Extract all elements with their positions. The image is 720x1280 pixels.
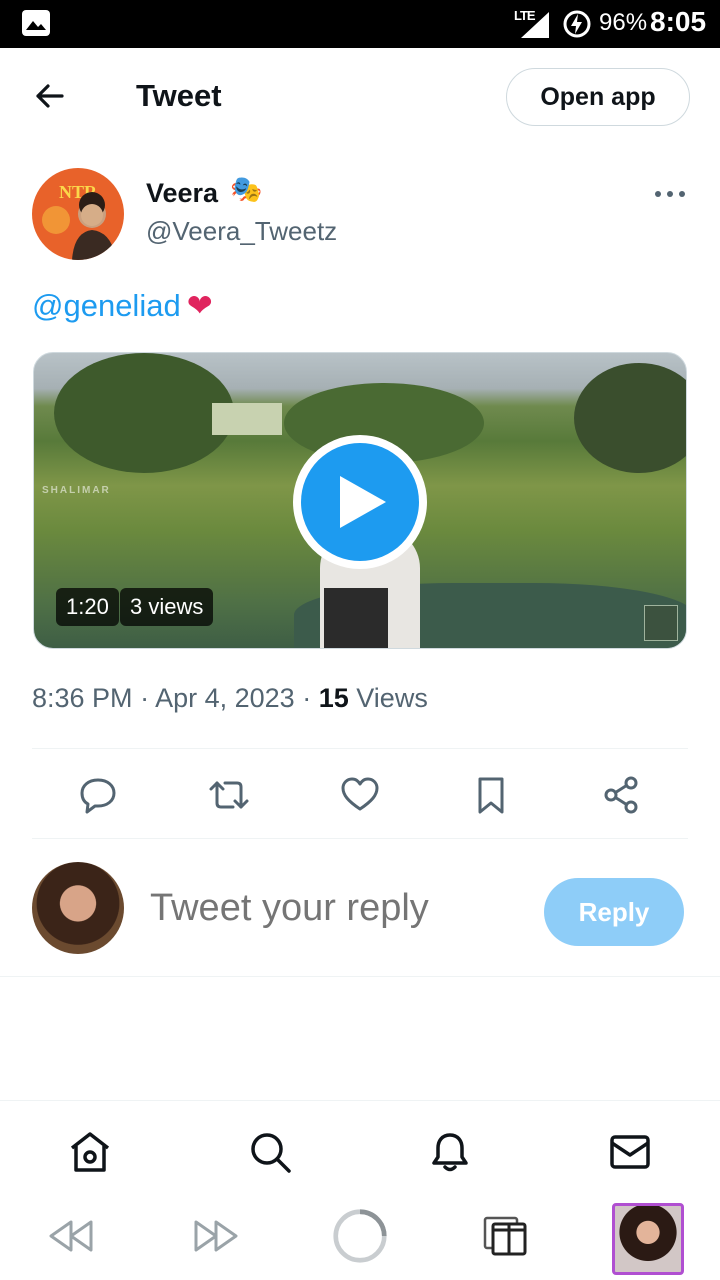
meta-separator: ·	[302, 683, 319, 713]
top-header: Tweet Open app	[0, 48, 720, 146]
video-duration: 1:20	[56, 588, 119, 626]
video-scene-person-legs	[324, 588, 388, 648]
video-scene-house	[212, 403, 282, 435]
channel-logo-badge	[644, 605, 678, 641]
mention-link[interactable]: @geneliad	[32, 288, 181, 323]
masks-emoji-icon: 🎭	[230, 174, 263, 204]
avatar-portrait-icon	[42, 192, 116, 260]
views-count: 15	[318, 683, 349, 713]
video-player[interactable]: SHALIMAR 1:20 3 views	[33, 352, 687, 649]
reply-input[interactable]	[150, 887, 530, 930]
author-handle[interactable]: @Veera_Tweetz	[146, 216, 337, 247]
browser-forward-button[interactable]	[188, 1208, 244, 1264]
play-button[interactable]	[293, 435, 427, 569]
image-notification-icon	[22, 10, 50, 36]
open-app-button[interactable]: Open app	[506, 68, 690, 126]
more-dots-icon	[655, 191, 685, 197]
more-options-button[interactable]	[652, 180, 688, 208]
envelope-icon	[610, 1135, 650, 1169]
status-bar: LTE 96% 8:05	[0, 0, 720, 48]
browser-reload-button[interactable]	[332, 1208, 388, 1264]
bookmark-action-button[interactable]	[469, 773, 513, 817]
browser-back-button[interactable]	[43, 1208, 99, 1264]
tweet-text: @geneliad ❤	[32, 288, 213, 324]
share-action-button[interactable]	[599, 773, 643, 817]
video-views: 3 views	[120, 588, 214, 626]
signal-strength-icon	[521, 12, 549, 38]
fast-forward-icon	[194, 1220, 238, 1252]
nav-messages[interactable]	[605, 1127, 655, 1177]
user-avatar[interactable]	[32, 862, 124, 954]
bell-icon	[432, 1133, 468, 1172]
reply-action-button[interactable]	[76, 773, 120, 817]
video-scene-tree	[54, 353, 234, 473]
author-avatar[interactable]: NTR	[32, 168, 124, 260]
heart-emoji-icon: ❤	[186, 288, 213, 323]
home-icon	[70, 1132, 110, 1172]
bookmark-icon	[478, 777, 504, 814]
arrow-left-icon	[36, 84, 64, 108]
browser-profile-thumbnail[interactable]	[612, 1203, 684, 1275]
author-display-name[interactable]: Veera	[146, 178, 218, 209]
nav-home[interactable]	[65, 1127, 115, 1177]
retweet-icon	[209, 781, 249, 809]
search-icon	[251, 1133, 291, 1173]
retweet-action-button[interactable]	[207, 773, 251, 817]
nav-notifications[interactable]	[425, 1127, 475, 1177]
reply-bubble-icon	[80, 778, 116, 814]
reply-button[interactable]: Reply	[544, 878, 684, 946]
tweet-meta: 8:36 PM · Apr 4, 2023 · 15 Views	[32, 683, 428, 714]
nav-search[interactable]	[245, 1127, 295, 1177]
browser-tabs-button[interactable]	[477, 1208, 533, 1264]
clock: 8:05	[650, 6, 707, 37]
loading-ring-icon	[333, 1209, 387, 1263]
back-button[interactable]	[28, 74, 72, 118]
meta-separator: ·	[140, 683, 156, 713]
divider	[32, 748, 688, 749]
page-title: Tweet	[136, 78, 222, 113]
tweet-time: 8:36 PM	[32, 683, 133, 713]
tabs-icon	[483, 1216, 527, 1256]
like-action-button[interactable]	[338, 773, 382, 817]
divider	[32, 838, 688, 839]
battery-level: 96%	[599, 9, 648, 36]
bottom-nav-border	[0, 1100, 720, 1101]
play-icon	[340, 476, 386, 528]
rewind-icon	[49, 1220, 93, 1252]
divider	[0, 976, 720, 977]
video-scene-tree	[574, 363, 686, 473]
battery-charging-icon	[563, 10, 591, 38]
tweet-date: Apr 4, 2023	[155, 683, 295, 713]
play-button-fill	[301, 443, 419, 561]
views-label: Views	[356, 683, 428, 713]
video-watermark: SHALIMAR	[42, 485, 111, 496]
share-icon	[604, 776, 638, 814]
heart-outline-icon	[341, 777, 379, 811]
